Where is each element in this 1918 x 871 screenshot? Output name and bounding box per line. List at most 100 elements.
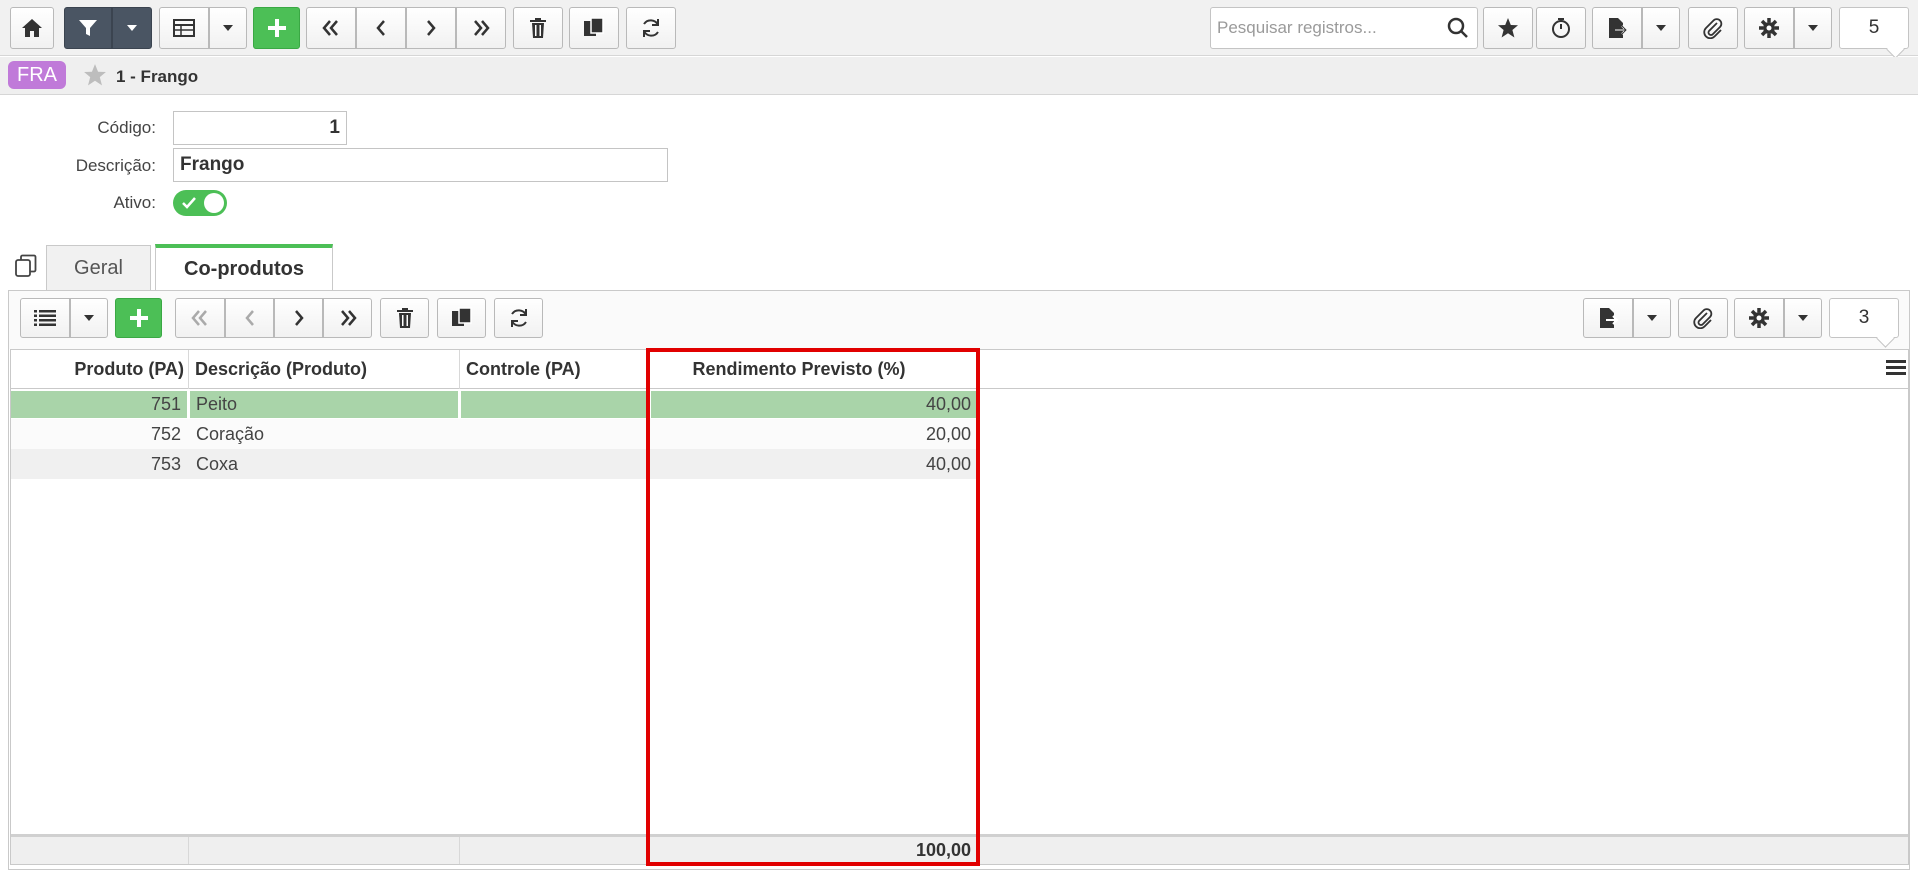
table-row[interactable]: 752 Coração 20,00 — [11, 419, 977, 449]
grid-export-button[interactable] — [1583, 298, 1633, 338]
search-icon[interactable] — [1447, 17, 1469, 44]
col-header-produto-label: Produto (PA) — [74, 359, 184, 379]
table-row[interactable]: 753 Coxa 40,00 — [11, 449, 977, 479]
first-icon — [320, 18, 342, 38]
cell-rendimento: 40,00 — [651, 391, 977, 418]
grid-export-dropdown-button[interactable] — [1633, 298, 1671, 338]
cell-controle — [461, 391, 647, 418]
ativo-toggle[interactable] — [173, 190, 227, 216]
grid-delete-button[interactable] — [380, 298, 429, 338]
refresh-button[interactable] — [626, 7, 676, 49]
home-button[interactable] — [10, 7, 54, 49]
paperclip-icon — [1692, 307, 1714, 329]
tab-co-produtos[interactable]: Co-produtos — [155, 244, 333, 291]
refresh-icon — [508, 307, 530, 329]
toggle-knob — [204, 193, 224, 213]
export-icon — [1598, 307, 1618, 329]
record-title: 1 - Frango — [116, 67, 199, 86]
add-record-button[interactable] — [253, 7, 300, 49]
delete-record-button[interactable] — [513, 7, 563, 49]
trash-icon — [529, 17, 547, 39]
grid-duplicate-button[interactable] — [437, 298, 486, 338]
grid-list-dropdown-button[interactable] — [70, 298, 108, 338]
grid-header: Produto (PA) Descrição (Produto) Control… — [11, 350, 1908, 389]
home-icon — [21, 17, 43, 39]
last-record-button[interactable] — [456, 7, 506, 49]
col-header-rendimento[interactable]: Rendimento Previsto (%) — [648, 350, 950, 389]
col-header-controle-label: Controle (PA) — [466, 359, 581, 379]
filter-dropdown-button[interactable] — [112, 7, 152, 49]
export-dropdown-button[interactable] — [1642, 7, 1680, 49]
grid-footer: 100,00 — [11, 834, 1908, 864]
settings-button[interactable] — [1744, 7, 1794, 49]
filter-button[interactable] — [64, 7, 112, 49]
search-input[interactable] — [1215, 12, 1435, 44]
first-icon — [189, 308, 211, 328]
col-header-descricao[interactable]: Descrição (Produto) — [189, 350, 460, 389]
favorite-star-icon[interactable] — [82, 63, 108, 92]
grid-toolbar: 3 — [9, 291, 1909, 349]
grid-attachments-button[interactable] — [1678, 298, 1728, 338]
grid-settings-dropdown-button[interactable] — [1784, 298, 1822, 338]
plus-icon — [128, 307, 150, 329]
codigo-field[interactable] — [173, 111, 347, 145]
favorites-button[interactable] — [1483, 7, 1533, 49]
timer-button[interactable] — [1536, 7, 1586, 49]
table-view-icon — [173, 18, 195, 38]
copy-tabs-icon[interactable] — [14, 254, 38, 283]
list-icon — [34, 309, 56, 327]
tab-co-produtos-label: Co-produtos — [184, 258, 304, 280]
record-count-badge: 5 — [1839, 7, 1909, 49]
grid-list-button[interactable] — [20, 298, 70, 338]
plus-icon — [266, 17, 288, 39]
paperclip-icon — [1702, 17, 1724, 39]
next-icon — [292, 308, 306, 328]
settings-dropdown-button[interactable] — [1794, 7, 1832, 49]
grid-add-button[interactable] — [115, 298, 162, 338]
tab-geral[interactable]: Geral — [46, 245, 151, 291]
attachments-button[interactable] — [1688, 7, 1738, 49]
grid-last-button[interactable] — [323, 298, 372, 338]
record-badge: FRA — [8, 61, 66, 89]
trash-icon — [396, 307, 414, 329]
duplicate-record-button[interactable] — [569, 7, 619, 49]
cell-controle — [461, 421, 647, 448]
record-count-value: 5 — [1868, 17, 1880, 38]
table-row[interactable]: 751 Peito 40,00 — [11, 389, 977, 419]
cell-descricao: Peito — [190, 391, 458, 418]
table-view-button[interactable] — [159, 7, 209, 49]
star-icon — [1497, 17, 1519, 39]
col-header-controle[interactable]: Controle (PA) — [460, 350, 648, 389]
co-produtos-grid: Produto (PA) Descrição (Produto) Control… — [10, 349, 1909, 865]
footer-cell — [11, 837, 189, 864]
cell-rendimento: 40,00 — [925, 454, 971, 474]
export-button[interactable] — [1592, 7, 1642, 49]
export-icon — [1607, 17, 1627, 39]
caret-down-icon — [1797, 314, 1809, 322]
cell-produto: 753 — [150, 454, 181, 474]
grid-record-count-value: 3 — [1858, 307, 1870, 328]
next-record-button[interactable] — [406, 7, 456, 49]
cell-descricao: Coxa — [196, 454, 239, 474]
codigo-label: Código: — [97, 118, 156, 137]
col-header-produto[interactable]: Produto (PA) — [11, 350, 189, 389]
column-menu-icon[interactable] — [1886, 358, 1906, 381]
grid-previous-button[interactable] — [225, 298, 274, 338]
grid-settings-button[interactable] — [1734, 298, 1784, 338]
grid-next-button[interactable] — [274, 298, 323, 338]
tab-geral-label: Geral — [74, 257, 123, 279]
descricao-field[interactable] — [173, 148, 668, 182]
gear-icon — [1748, 307, 1770, 329]
previous-record-button[interactable] — [356, 7, 406, 49]
check-icon — [181, 195, 197, 216]
filter-icon — [77, 17, 99, 39]
grid-first-button[interactable] — [175, 298, 225, 338]
ativo-label: Ativo: — [113, 193, 156, 212]
grid-refresh-button[interactable] — [494, 298, 543, 338]
table-view-dropdown-button[interactable] — [209, 7, 247, 49]
caret-down-icon — [83, 314, 95, 322]
grid-record-count-badge: 3 — [1829, 298, 1899, 338]
first-record-button[interactable] — [306, 7, 356, 49]
prev-icon — [243, 308, 257, 328]
cell-controle — [461, 451, 647, 478]
